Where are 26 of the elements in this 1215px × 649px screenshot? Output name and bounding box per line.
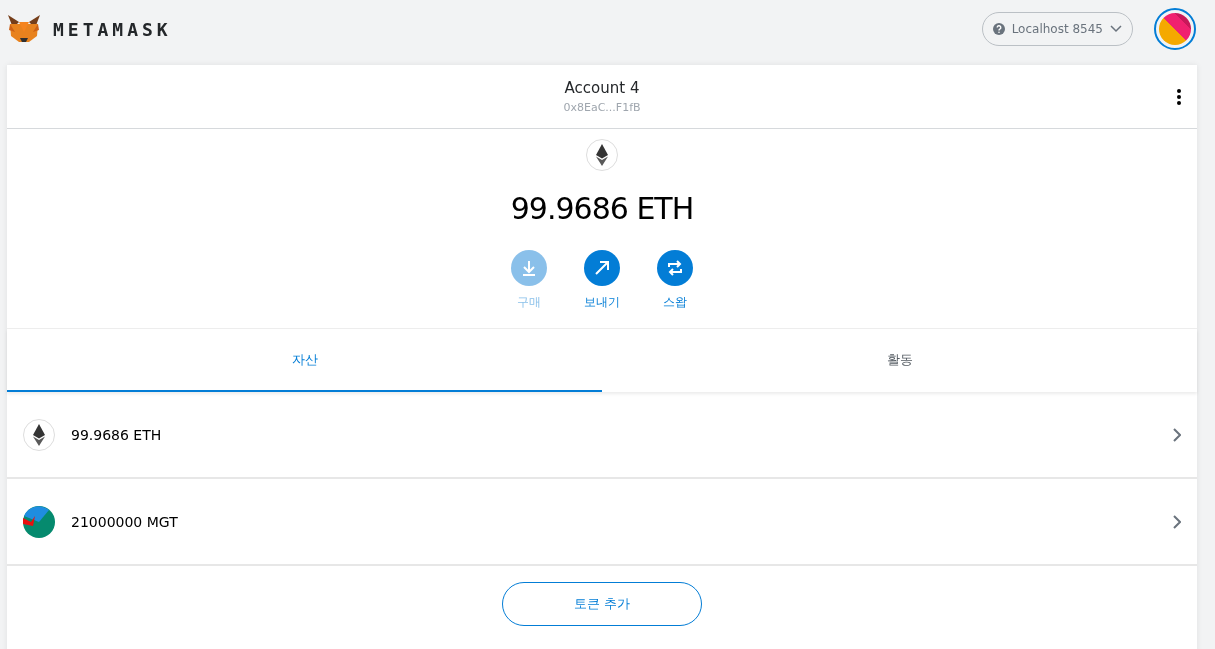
fox-logo-icon <box>7 14 41 44</box>
token-identicon-icon <box>23 505 55 538</box>
ethereum-icon <box>23 418 55 451</box>
account-name[interactable]: Account 4 <box>564 79 640 97</box>
swap-icon <box>666 259 684 277</box>
account-avatar[interactable] <box>1154 8 1196 50</box>
asset-row[interactable]: 21000000 MGT <box>7 479 1197 566</box>
asset-amount: 21000000 MGT <box>71 513 179 530</box>
account-address[interactable]: 0x8EaC...F1fB <box>563 101 641 114</box>
balance-amount: 99.9686 ETH <box>510 191 694 226</box>
arrow-up-right-icon <box>593 259 611 277</box>
download-icon <box>520 259 538 277</box>
action-button[interactable]: 스왑 <box>648 250 702 311</box>
ethereum-icon <box>586 139 618 171</box>
tab[interactable]: 활동 <box>602 329 1197 392</box>
chevron-right-icon <box>1173 427 1181 442</box>
asset-amount: 99.9686 ETH <box>71 426 163 443</box>
chevron-right-icon <box>1173 514 1181 529</box>
action-button[interactable]: 보내기 <box>575 250 629 311</box>
add-token-button[interactable]: 토큰 추가 <box>502 582 702 626</box>
tab[interactable]: 자산 <box>7 329 602 392</box>
more-options-icon[interactable] <box>1177 89 1181 105</box>
asset-row[interactable]: 99.9686 ETH <box>7 392 1197 479</box>
help-icon <box>992 23 1005 35</box>
logo-text: METAMASK <box>53 18 172 40</box>
chevron-down-icon <box>1110 25 1122 33</box>
